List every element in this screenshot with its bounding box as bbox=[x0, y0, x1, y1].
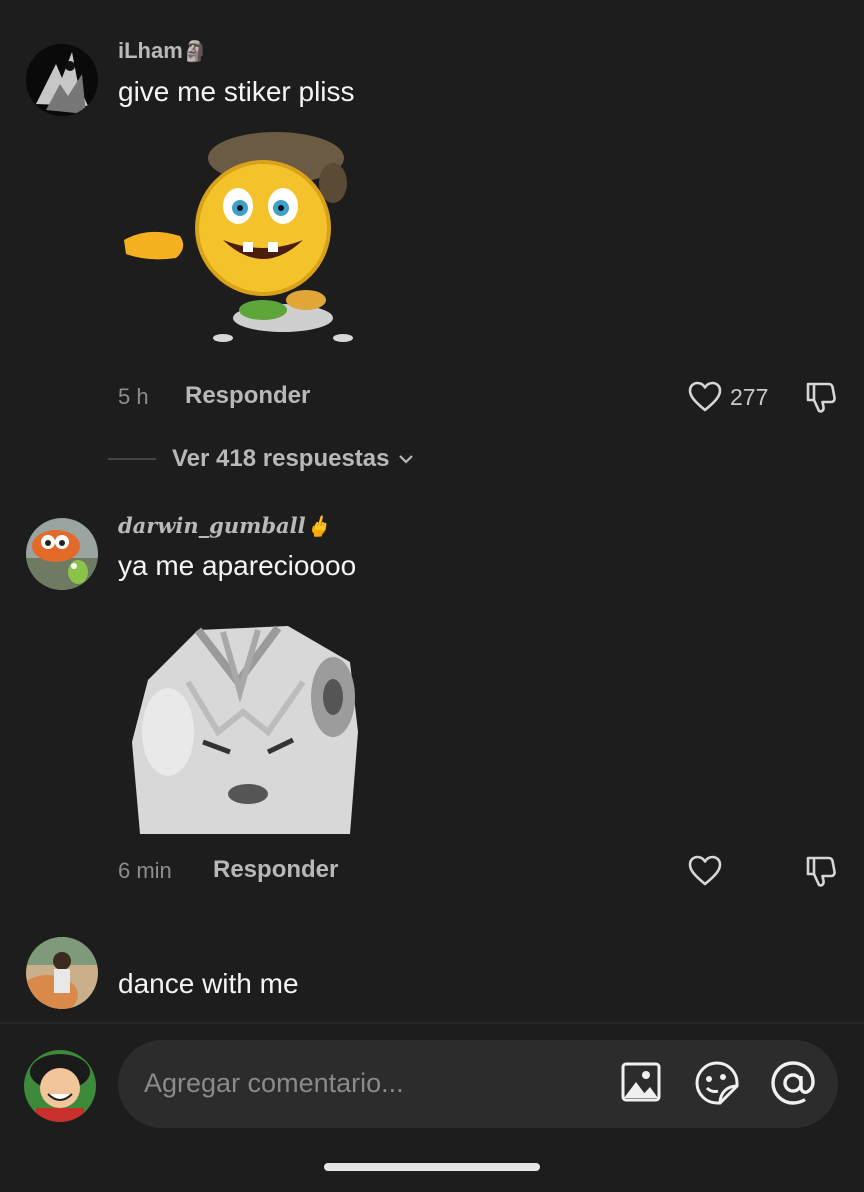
dislike-button[interactable] bbox=[804, 380, 838, 419]
mention-icon[interactable] bbox=[770, 1060, 816, 1111]
dislike-button[interactable] bbox=[804, 854, 838, 893]
like-button[interactable] bbox=[688, 855, 722, 887]
thumbs-down-icon bbox=[806, 382, 836, 413]
avatar[interactable] bbox=[26, 44, 98, 116]
comment-time: 5 h bbox=[118, 384, 149, 409]
divider bbox=[0, 1022, 864, 1024]
home-indicator[interactable] bbox=[324, 1163, 540, 1171]
comment-input[interactable]: Agregar comentario... bbox=[118, 1040, 838, 1128]
comment-time: 6 min bbox=[118, 858, 172, 883]
like-button[interactable]: 277 bbox=[688, 381, 768, 413]
view-replies[interactable]: Ver 418 respuestas bbox=[108, 445, 416, 473]
reply-button[interactable]: Responder bbox=[185, 382, 310, 410]
username[interactable]: iLham🗿 bbox=[118, 38, 208, 64]
heart-icon bbox=[688, 855, 722, 886]
view-replies-label[interactable]: Ver 418 respuestas bbox=[172, 445, 390, 473]
chevron-down-icon bbox=[398, 455, 413, 464]
comments-screen: iLham🗿 give me stiker pliss 5 h Responde… bbox=[0, 0, 864, 1192]
comment-input-placeholder[interactable]: Agregar comentario... bbox=[144, 1068, 404, 1099]
replies-divider bbox=[108, 458, 156, 460]
white-cat-sticker bbox=[128, 622, 360, 841]
reply-button[interactable]: Responder bbox=[213, 856, 338, 884]
username[interactable]: darwin_gumball🖕 bbox=[118, 513, 331, 538]
image-icon[interactable] bbox=[620, 1060, 662, 1109]
avatar[interactable] bbox=[26, 518, 98, 590]
thumbs-down-icon bbox=[806, 856, 836, 887]
smiley-eating-sticker bbox=[118, 128, 368, 358]
heart-icon bbox=[688, 381, 722, 412]
avatar[interactable] bbox=[26, 937, 98, 1009]
comment-text: give me stiker pliss bbox=[118, 76, 355, 107]
comment-text: dance with me bbox=[118, 968, 299, 999]
user-avatar[interactable] bbox=[24, 1050, 96, 1122]
comment-text: ya me aparecioooo bbox=[118, 550, 357, 581]
sticker-icon[interactable] bbox=[694, 1060, 740, 1111]
like-count: 277 bbox=[730, 383, 769, 410]
